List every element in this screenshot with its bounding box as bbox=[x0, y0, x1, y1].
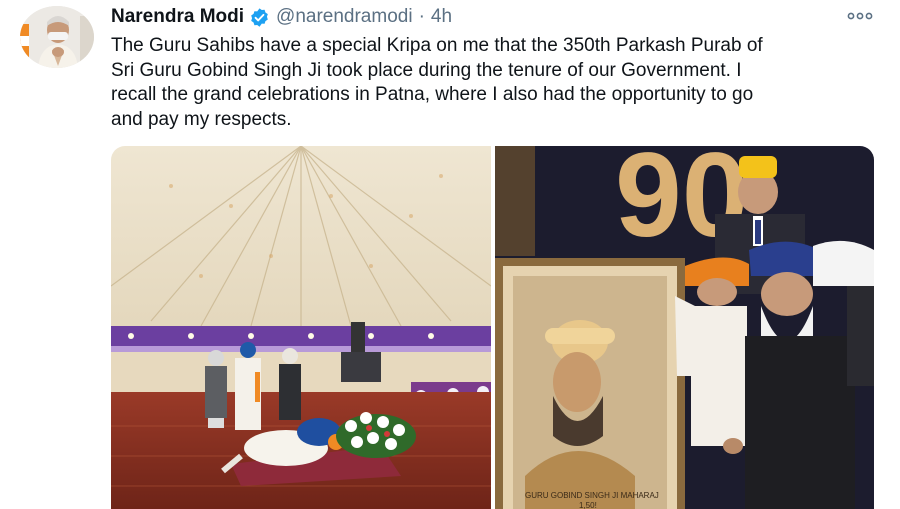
portrait-caption-line2: 1,50! bbox=[579, 501, 597, 509]
more-options-icon bbox=[847, 12, 873, 20]
author-name[interactable]: Narendra Modi bbox=[111, 6, 244, 28]
tweet-timestamp[interactable]: 4h bbox=[431, 6, 452, 28]
photo-bowing-ceremony[interactable] bbox=[111, 146, 491, 509]
tweet-text: The Guru Sahibs have a special Kripa on … bbox=[111, 35, 763, 130]
avatar-image bbox=[20, 6, 94, 68]
portrait-caption: GURU GOBIND SINGH JI MAHARAJ bbox=[525, 491, 659, 500]
separator-dot: · bbox=[418, 6, 425, 27]
verified-badge-icon bbox=[249, 7, 270, 28]
photo-portrait-presentation[interactable]: 90 GURU GOBIND SINGH JI MAHARAJ 1,50! bbox=[495, 146, 874, 509]
tweet-media: 90 GURU GOBIND SINGH JI MAHARAJ 1,50! bbox=[111, 146, 874, 509]
avatar[interactable] bbox=[20, 6, 94, 68]
author-handle[interactable]: @narendramodi bbox=[276, 6, 413, 28]
more-options-button[interactable] bbox=[845, 6, 875, 26]
tweet[interactable]: Narendra Modi @narendramodi · 4h The Gur… bbox=[0, 0, 900, 509]
tweet-header: Narendra Modi @narendramodi · 4h bbox=[111, 5, 452, 29]
